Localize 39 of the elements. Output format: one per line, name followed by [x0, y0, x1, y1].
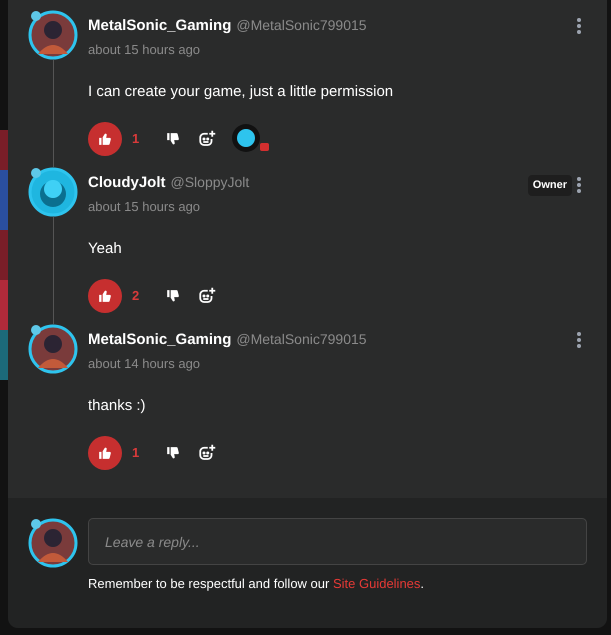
thumbs-down-icon[interactable]: [166, 132, 180, 146]
more-options-icon[interactable]: [577, 332, 581, 348]
comment-time: about 15 hours ago: [88, 40, 202, 59]
owner-badge: Owner: [528, 175, 572, 196]
author-name[interactable]: MetalSonic_Gaming: [88, 15, 232, 38]
site-guidelines-link[interactable]: Site Guidelines: [332, 576, 420, 591]
user-handle: @SloppyJolt: [170, 173, 250, 192]
thumbs-down-icon[interactable]: [166, 446, 180, 460]
thumbs-up-icon: [98, 446, 112, 460]
thumbs-up-icon: [98, 288, 112, 302]
thumbs-up-icon: [98, 132, 112, 146]
comment-time: about 14 hours ago: [88, 354, 202, 373]
add-reaction-icon[interactable]: [198, 130, 216, 148]
avatar: [28, 324, 78, 374]
like-button[interactable]: [88, 436, 122, 470]
like-count: 1: [132, 130, 140, 148]
like-count: 2: [132, 286, 140, 305]
user-handle: @MetalSonic799015: [236, 16, 367, 35]
reply-field[interactable]: Leave a reply...: [88, 518, 587, 565]
comment-text: Yeah: [88, 239, 123, 259]
add-reaction-icon[interactable]: [198, 444, 216, 462]
comment-time: about 15 hours ago: [88, 198, 202, 216]
guidelines-note: Remember to be respectful and follow our Site Guidelines.: [88, 575, 426, 593]
user-handle: @MetalSonic799015: [236, 330, 367, 349]
avatar: [28, 518, 78, 568]
like-button[interactable]: [88, 122, 122, 156]
comment-text: thanks :): [88, 396, 147, 416]
thumbs-down-icon[interactable]: [166, 288, 180, 302]
more-options-icon[interactable]: [577, 18, 581, 34]
more-options-icon[interactable]: [577, 177, 581, 194]
author-name[interactable]: CloudyJolt: [88, 172, 166, 194]
like-count: 1: [132, 444, 140, 462]
comment-text: I can create your game, just a little permission: [88, 82, 394, 102]
like-button[interactable]: [88, 278, 122, 312]
author-name[interactable]: MetalSonic_Gaming: [88, 329, 232, 352]
reactor-avatar-icon[interactable]: [230, 122, 272, 154]
avatar: [28, 10, 78, 60]
avatar: [28, 167, 78, 217]
add-reaction-icon[interactable]: [198, 286, 216, 304]
